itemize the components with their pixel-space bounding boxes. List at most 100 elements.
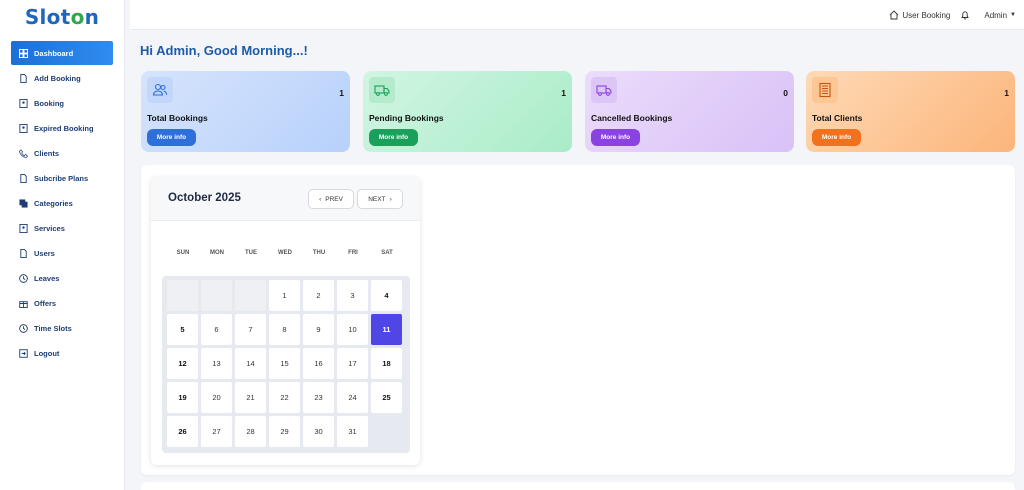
topbar-actions: User Booking Admin ▼ — [889, 0, 1016, 30]
more-info-button[interactable]: More info — [812, 129, 861, 146]
document-icon — [19, 249, 28, 258]
app-logo[interactable]: Slot o n — [0, 0, 124, 34]
calendar-day[interactable]: 30 — [303, 416, 334, 447]
dashboard-icon — [19, 48, 28, 58]
calendar-month: October 2025 — [168, 192, 241, 204]
next-label: NEXT — [368, 195, 386, 203]
document-icon — [19, 74, 28, 83]
contact-icon — [19, 99, 28, 108]
logout-icon — [19, 349, 28, 358]
sidebar-item-services[interactable]: Services — [11, 216, 113, 241]
sidebar-item-subcribe-plans[interactable]: Subcribe Plans — [11, 166, 113, 191]
stat-count: 0 — [783, 88, 788, 98]
calendar-day[interactable]: 11 — [371, 314, 402, 345]
calendar-day[interactable]: 6 — [201, 314, 232, 345]
calendar-day[interactable]: 3 — [337, 280, 368, 311]
document-icon — [19, 174, 28, 183]
sidebar-item-logout[interactable]: Logout — [11, 341, 113, 366]
calendar-day[interactable]: 31 — [337, 416, 368, 447]
calendar-day[interactable]: 13 — [201, 348, 232, 379]
sidebar-item-leaves[interactable]: Leaves — [11, 266, 113, 291]
sidebar-item-label: Dashboard — [34, 48, 74, 58]
sidebar-item-expired-booking[interactable]: Expired Booking — [11, 116, 113, 141]
sidebar-item-clients[interactable]: Clients — [11, 141, 113, 166]
calendar-empty-cell — [167, 280, 198, 311]
admin-menu[interactable]: Admin ▼ — [984, 11, 1016, 20]
greeting-title: Hi Admin, Good Morning...! — [140, 43, 308, 58]
calendar-day[interactable]: 15 — [269, 348, 300, 379]
stat-card-cancelled-bookings: 0 Cancelled Bookings More info — [585, 71, 794, 152]
calendar-day[interactable]: 8 — [269, 314, 300, 345]
stat-card-total-bookings: 1 Total Bookings More info — [141, 71, 350, 152]
calendar-day[interactable]: 17 — [337, 348, 368, 379]
weekday-label: FRI — [348, 250, 358, 256]
calendar-day[interactable]: 18 — [371, 348, 402, 379]
calendar-day[interactable]: 10 — [337, 314, 368, 345]
sidebar-item-label: Add Booking — [34, 74, 81, 83]
more-info-button[interactable]: More info — [591, 129, 640, 146]
calendar-day[interactable]: 26 — [167, 416, 198, 447]
sidebar-item-time-slots[interactable]: Time Slots — [11, 316, 113, 341]
user-booking-link[interactable]: User Booking — [889, 10, 950, 20]
weekday-label: SUN — [176, 250, 190, 256]
contact-icon — [19, 224, 28, 233]
admin-label: Admin — [984, 10, 1008, 20]
stat-count: 1 — [339, 88, 344, 98]
secondary-panel — [141, 482, 1015, 490]
calendar-day[interactable]: 12 — [167, 348, 198, 379]
sidebar-item-label: Leaves — [34, 274, 60, 283]
calendar-day[interactable]: 20 — [201, 382, 232, 413]
stat-title: Pending Bookings — [369, 113, 444, 123]
calendar-day[interactable]: 5 — [167, 314, 198, 345]
calendar-day[interactable]: 16 — [303, 348, 334, 379]
more-info-button[interactable]: More info — [369, 129, 418, 146]
truck-icon — [591, 77, 617, 103]
weekday-label: MON — [210, 250, 224, 256]
next-month-button[interactable]: NEXT › — [357, 189, 403, 209]
sidebar-item-categories[interactable]: Categories — [11, 191, 113, 216]
calendar-day[interactable]: 4 — [371, 280, 402, 311]
calendar-empty-cell — [235, 280, 266, 311]
calendar-day[interactable]: 1 — [269, 280, 300, 311]
chevron-left-icon: ‹ — [319, 195, 322, 203]
calendar-day[interactable]: 24 — [337, 382, 368, 413]
sidebar-item-label: Clients — [34, 149, 60, 158]
truck-icon — [369, 77, 395, 103]
calendar-day[interactable]: 2 — [303, 280, 334, 311]
bell-icon[interactable] — [960, 10, 970, 20]
sidebar-item-users[interactable]: Users — [11, 241, 113, 266]
sidebar-item-offers[interactable]: Offers — [11, 291, 113, 316]
sidebar-item-booking[interactable]: Booking — [11, 91, 113, 116]
weekday-label: THU — [312, 250, 326, 256]
contact-icon — [19, 124, 28, 133]
calendar-day[interactable]: 21 — [235, 382, 266, 413]
calendar-day[interactable]: 9 — [303, 314, 334, 345]
calendar-day[interactable]: 7 — [235, 314, 266, 345]
sidebar-item-label: Time Slots — [34, 324, 72, 333]
calendar-day[interactable]: 14 — [235, 348, 266, 379]
sidebar-item-add-booking[interactable]: Add Booking — [11, 66, 113, 91]
sidebar-item-label: Services — [34, 224, 65, 233]
calendar-day[interactable]: 28 — [235, 416, 266, 447]
gift-icon — [19, 299, 28, 308]
calendar-day[interactable]: 27 — [201, 416, 232, 447]
weekday-label: WED — [278, 250, 292, 256]
weekday-label: TUE — [245, 250, 257, 256]
stat-title: Total Clients — [812, 113, 863, 123]
users-icon — [147, 77, 173, 103]
calendar-day[interactable]: 22 — [269, 382, 300, 413]
calendar-day[interactable]: 25 — [371, 382, 402, 413]
chevron-right-icon: › — [389, 195, 392, 203]
calendar-header: October 2025 ‹ PREV NEXT › — [151, 177, 420, 221]
phone-icon — [19, 149, 28, 158]
prev-month-button[interactable]: ‹ PREV — [308, 189, 354, 209]
sidebar-item-label: Logout — [34, 349, 60, 358]
more-info-button[interactable]: More info — [147, 129, 196, 146]
calendar-day[interactable]: 23 — [303, 382, 334, 413]
copy-icon — [19, 199, 28, 208]
sidebar-item-dashboard[interactable]: Dashboard — [11, 41, 113, 65]
calendar-day[interactable]: 19 — [167, 382, 198, 413]
calendar-day[interactable]: 29 — [269, 416, 300, 447]
weekday-label: SAT — [381, 250, 393, 256]
stat-title: Cancelled Bookings — [591, 113, 673, 123]
